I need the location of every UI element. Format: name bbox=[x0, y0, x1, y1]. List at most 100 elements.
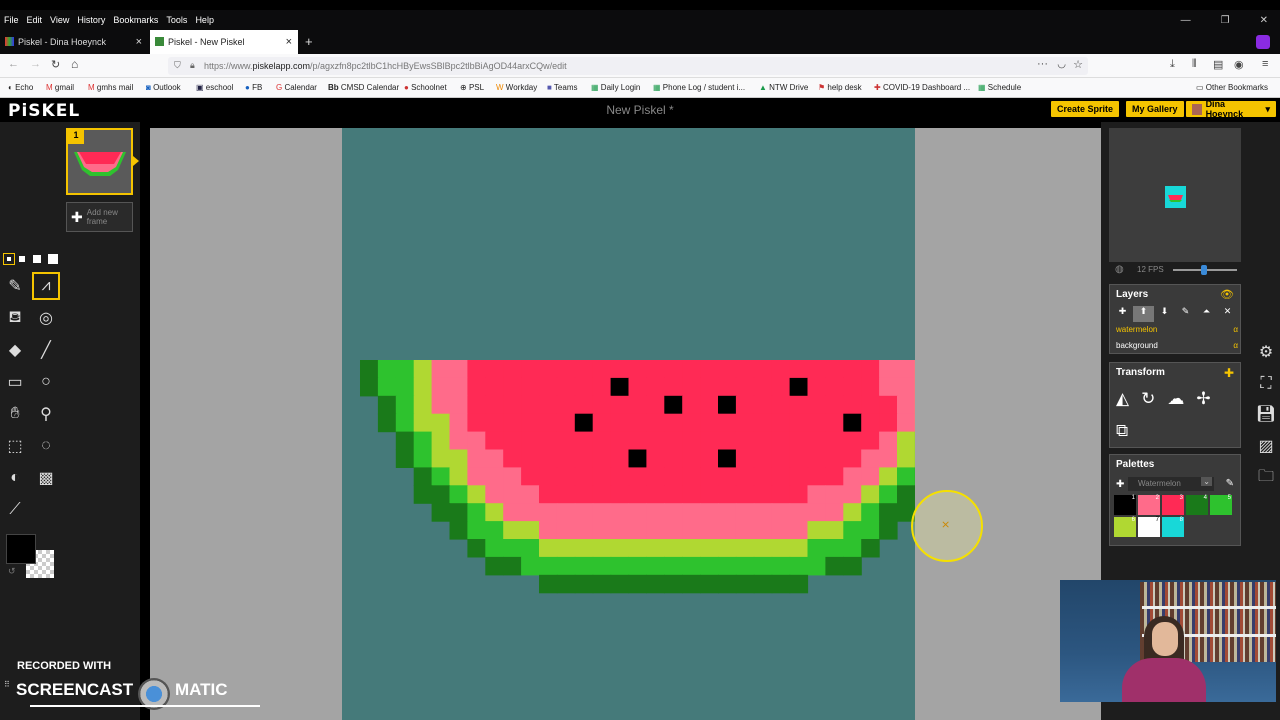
create-sprite-button[interactable]: Create Sprite bbox=[1051, 101, 1120, 117]
settings-gear-icon[interactable]: ⚙ bbox=[1254, 340, 1278, 364]
add-palette-icon[interactable]: ✚ bbox=[1116, 479, 1124, 490]
bookmark-covid-dashboard[interactable]: ✚ COVID-19 Dashboard ... bbox=[874, 83, 970, 92]
palette-swatch[interactable]: 5 bbox=[1210, 495, 1232, 515]
add-frame-button[interactable]: ✚ Add new frame bbox=[66, 202, 133, 232]
palette-swatch[interactable]: 2 bbox=[1138, 495, 1160, 515]
drawing-canvas[interactable] bbox=[342, 128, 915, 720]
star-icon[interactable]: ☆ bbox=[1073, 58, 1083, 71]
account-icon[interactable]: ◉ bbox=[1234, 58, 1244, 71]
library-icon[interactable]: ⫴ bbox=[1192, 58, 1197, 71]
edit-palette-icon[interactable]: ✎ bbox=[1226, 478, 1234, 489]
pen-size-3[interactable] bbox=[33, 255, 41, 263]
palette-swatch[interactable]: 6 bbox=[1114, 517, 1136, 537]
more-icon[interactable]: ··· bbox=[1037, 58, 1048, 70]
close-tab-icon[interactable]: × bbox=[136, 36, 142, 48]
minimize-icon[interactable]: — bbox=[1181, 15, 1191, 26]
other-bookmarks[interactable]: ▭ Other Bookmarks bbox=[1196, 83, 1268, 92]
move-layer-up-icon[interactable]: ⬆ bbox=[1133, 306, 1154, 322]
restore-icon[interactable]: ❐ bbox=[1221, 15, 1230, 26]
menu-edit[interactable]: Edit bbox=[27, 15, 43, 25]
shape-selection-icon[interactable]: ⚲ bbox=[32, 400, 60, 428]
rectangle-select-icon[interactable]: ⬚ bbox=[1, 432, 29, 460]
menu-help[interactable]: Help bbox=[195, 15, 214, 25]
palette-swatch[interactable]: 4 bbox=[1186, 495, 1208, 515]
pen-size-4[interactable] bbox=[48, 254, 58, 264]
sidebar-icon[interactable]: ▤ bbox=[1213, 58, 1223, 71]
tab-piskel-new[interactable]: Piskel - New Piskel × bbox=[150, 30, 298, 54]
bookmark-cmsd-calendar[interactable]: Bb CMSD Calendar bbox=[328, 83, 399, 92]
url-bar[interactable]: ⛉ 🔒︎ https://www. piskelapp.com/p/agxzfn8… bbox=[168, 57, 1088, 75]
add-layer-icon[interactable]: ✚ bbox=[1112, 306, 1133, 322]
move-hand-icon[interactable]: ✋︎ bbox=[1, 400, 29, 428]
paint-bucket-icon[interactable]: ⛾ bbox=[1, 304, 29, 332]
align-center-icon[interactable]: ✢ bbox=[1196, 389, 1210, 409]
bookmark-ntw-drive[interactable]: ▲ NTW Drive bbox=[759, 83, 808, 92]
paint-all-same-color-icon[interactable]: ◎ bbox=[32, 304, 60, 332]
rectangle-tool-icon[interactable]: ▭ bbox=[1, 368, 29, 396]
my-gallery-button[interactable]: My Gallery bbox=[1126, 101, 1184, 117]
rename-layer-icon[interactable]: ✎ bbox=[1175, 306, 1196, 322]
pocket-icon[interactable]: ◡ bbox=[1057, 59, 1066, 70]
bookmark-teams[interactable]: ■ Teams bbox=[547, 83, 577, 92]
fps-slider-handle[interactable] bbox=[1201, 265, 1207, 275]
vertical-mirror-pen-icon[interactable]: ⩘ bbox=[32, 272, 60, 300]
lighten-tool-icon[interactable]: ◐ bbox=[1, 464, 29, 492]
move-layer-down-icon[interactable]: ⬇ bbox=[1154, 306, 1175, 322]
bookmark-calendar[interactable]: G Calendar bbox=[276, 83, 317, 92]
stroke-tool-icon[interactable]: ╱ bbox=[32, 336, 60, 364]
dithering-tool-icon[interactable]: ▩ bbox=[32, 464, 60, 492]
menu-tools[interactable]: Tools bbox=[166, 15, 187, 25]
layer-opacity[interactable]: α bbox=[1233, 341, 1238, 350]
color-picker-icon[interactable]: ⟋ bbox=[1, 496, 29, 524]
bookmark-workday[interactable]: W Workday bbox=[496, 83, 537, 92]
pen-tool-icon[interactable]: ✎ bbox=[1, 272, 29, 300]
lasso-select-icon[interactable]: ◌ bbox=[32, 432, 60, 460]
forward-icon[interactable]: → bbox=[30, 58, 41, 70]
close-tab-icon[interactable]: × bbox=[286, 36, 292, 48]
back-icon[interactable]: ← bbox=[8, 58, 19, 70]
onion-skin-icon[interactable]: ◍ bbox=[1115, 264, 1124, 275]
hamburger-menu-icon[interactable]: ≡ bbox=[1262, 58, 1268, 70]
palette-swatch[interactable]: 3 bbox=[1162, 495, 1184, 515]
rotate-icon[interactable]: ↻ bbox=[1141, 389, 1155, 409]
bookmark-fb[interactable]: ● FB bbox=[245, 83, 262, 92]
eraser-icon[interactable]: ◆ bbox=[1, 336, 29, 364]
primary-color-swatch[interactable] bbox=[6, 534, 36, 564]
clone-sheep-icon[interactable]: ☁︎ bbox=[1167, 389, 1184, 409]
export-image-icon[interactable]: ▨ bbox=[1254, 434, 1278, 458]
new-tab-icon[interactable]: + bbox=[305, 34, 313, 49]
delete-layer-icon[interactable]: ✕ bbox=[1217, 306, 1238, 322]
palette-select[interactable]: Watermelon ⌄ bbox=[1128, 477, 1214, 491]
bookmark-schoolnet[interactable]: ● Schoolnet bbox=[404, 83, 447, 92]
bookmark-gmail[interactable]: M gmail bbox=[46, 83, 74, 92]
bookmark-schedule[interactable]: ▦ Schedule bbox=[978, 83, 1021, 92]
bookmark-daily-login[interactable]: ▦ Daily Login bbox=[591, 83, 640, 92]
menu-file[interactable]: File bbox=[4, 15, 19, 25]
pen-size-2[interactable] bbox=[19, 256, 25, 262]
flip-icon[interactable]: ◭ bbox=[1116, 389, 1129, 409]
circle-tool-icon[interactable]: ○ bbox=[32, 368, 60, 396]
palette-swatch[interactable]: 8 bbox=[1162, 517, 1184, 537]
download-icon[interactable]: ⤓ bbox=[1170, 58, 1175, 71]
menu-view[interactable]: View bbox=[50, 15, 69, 25]
layer-item-background[interactable]: background α bbox=[1116, 341, 1238, 350]
menu-history[interactable]: History bbox=[77, 15, 105, 25]
bookmark-phone-log[interactable]: ▦ Phone Log / student i... bbox=[653, 83, 745, 92]
transform-plus-icon[interactable]: ✚ bbox=[1224, 366, 1234, 380]
eye-icon[interactable]: 👁︎ bbox=[1220, 288, 1234, 301]
bookmark-help-desk[interactable]: ⚑ help desk bbox=[818, 83, 862, 92]
swap-colors-icon[interactable]: ↺ bbox=[8, 566, 16, 577]
layer-item-watermelon[interactable]: watermelon α bbox=[1116, 325, 1238, 334]
bookmark-psl[interactable]: ⊕ PSL bbox=[460, 83, 484, 92]
bookmark-outlook[interactable]: ◙ Outlook bbox=[146, 83, 181, 92]
save-icon[interactable]: 💾︎ bbox=[1254, 402, 1278, 426]
frame-thumbnail[interactable]: 1 bbox=[66, 128, 139, 195]
merge-layer-icon[interactable]: ⏶ bbox=[1196, 306, 1217, 322]
pen-size-1[interactable] bbox=[3, 253, 15, 265]
home-icon[interactable]: ⌂ bbox=[71, 57, 78, 71]
open-folder-icon[interactable]: 🗀 bbox=[1254, 466, 1278, 490]
crop-icon[interactable]: ⧉ bbox=[1116, 421, 1128, 441]
reload-icon[interactable]: ↻ bbox=[51, 58, 60, 71]
tab-piskel-dina[interactable]: Piskel - Dina Hoeynck × bbox=[0, 30, 148, 54]
palette-swatch[interactable]: 1 bbox=[1114, 495, 1136, 515]
